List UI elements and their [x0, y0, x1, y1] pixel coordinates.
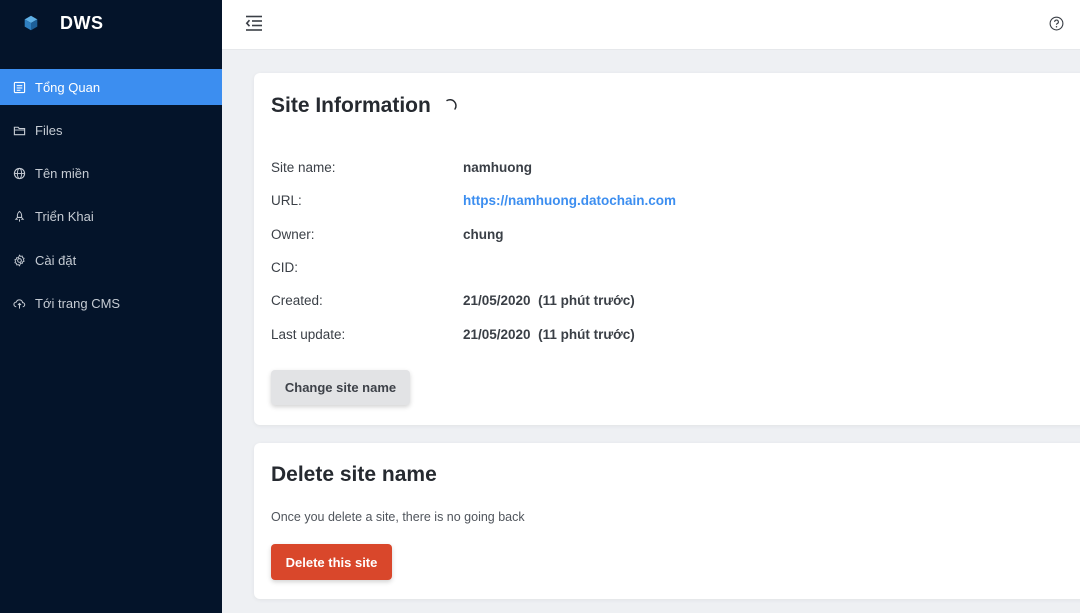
- sidebar-item-trien-khai[interactable]: Triển Khai: [0, 199, 222, 235]
- site-information-title: Site Information: [271, 94, 431, 117]
- url-label: URL:: [271, 192, 302, 208]
- last-update-row: Last update: 21/05/2020 (11 phút trước): [271, 324, 635, 344]
- created-row: Created: 21/05/2020 (11 phút trước): [271, 290, 635, 310]
- sidebar-item-label: Tới trang CMS: [35, 295, 121, 311]
- folder-icon: [12, 123, 26, 137]
- created-label: Created:: [271, 292, 323, 308]
- gear-icon: [12, 253, 26, 267]
- cid-row: CID:: [271, 257, 463, 277]
- cube-logo-icon: [24, 15, 38, 31]
- owner-value: chung: [463, 226, 504, 242]
- app-name: DWS: [60, 12, 104, 33]
- owner-label: Owner:: [271, 226, 315, 242]
- last-update-value: 21/05/2020 (11 phút trước): [463, 326, 635, 342]
- rocket-icon: [12, 210, 26, 224]
- delete-site-button[interactable]: Delete this site: [271, 544, 392, 580]
- delete-site-title: Delete site name: [271, 463, 437, 486]
- created-value: 21/05/2020 (11 phút trước): [463, 292, 635, 308]
- loading-spinner-icon: [446, 99, 457, 110]
- sidebar-item-files[interactable]: Files: [0, 112, 222, 148]
- sidebar-item-tong-quan[interactable]: Tổng Quan: [0, 69, 222, 105]
- sidebar-item-label: Tên miền: [35, 166, 90, 182]
- delete-site-card: Delete site name Once you delete a site,…: [254, 443, 1080, 599]
- sidebar-item-label: Tổng Quan: [35, 79, 101, 95]
- sidebar-item-label: Files: [35, 122, 63, 138]
- url-row: URL: https://namhuong.datochain.com: [271, 190, 676, 210]
- sidebar-item-cai-dat[interactable]: Cài đặt: [0, 242, 222, 278]
- brand[interactable]: DWS: [0, 0, 222, 46]
- change-site-name-button[interactable]: Change site name: [271, 370, 410, 405]
- sidebar-item-label: Cài đặt: [35, 252, 77, 268]
- sidebar: DWS Tổng Quan Files Tên miền Triển Khai: [0, 0, 222, 613]
- help-icon[interactable]: [1049, 16, 1064, 31]
- site-information-card: Site Information Site name: namhuong URL…: [254, 73, 1080, 425]
- dashboard-icon: [12, 80, 26, 94]
- delete-site-description: Once you delete a site, there is no goin…: [271, 510, 525, 524]
- owner-row: Owner: chung: [271, 224, 504, 244]
- cloud-upload-icon: [12, 296, 26, 310]
- sidebar-item-cms[interactable]: Tới trang CMS: [0, 285, 222, 321]
- last-update-label: Last update:: [271, 326, 346, 342]
- site-name-value: namhuong: [463, 159, 532, 175]
- top-bar: [222, 0, 1080, 50]
- sidebar-nav: Tổng Quan Files Tên miền Triển Khai Cài …: [0, 69, 222, 321]
- menu-fold-icon[interactable]: [244, 13, 264, 33]
- sidebar-item-label: Triển Khai: [35, 209, 94, 225]
- cid-label: CID:: [271, 259, 298, 275]
- site-name-label: Site name:: [271, 159, 336, 175]
- site-url-link[interactable]: https://namhuong.datochain.com: [463, 193, 676, 208]
- globe-icon: [12, 167, 26, 181]
- site-name-row: Site name: namhuong: [271, 157, 532, 177]
- sidebar-item-ten-mien[interactable]: Tên miền: [0, 156, 222, 192]
